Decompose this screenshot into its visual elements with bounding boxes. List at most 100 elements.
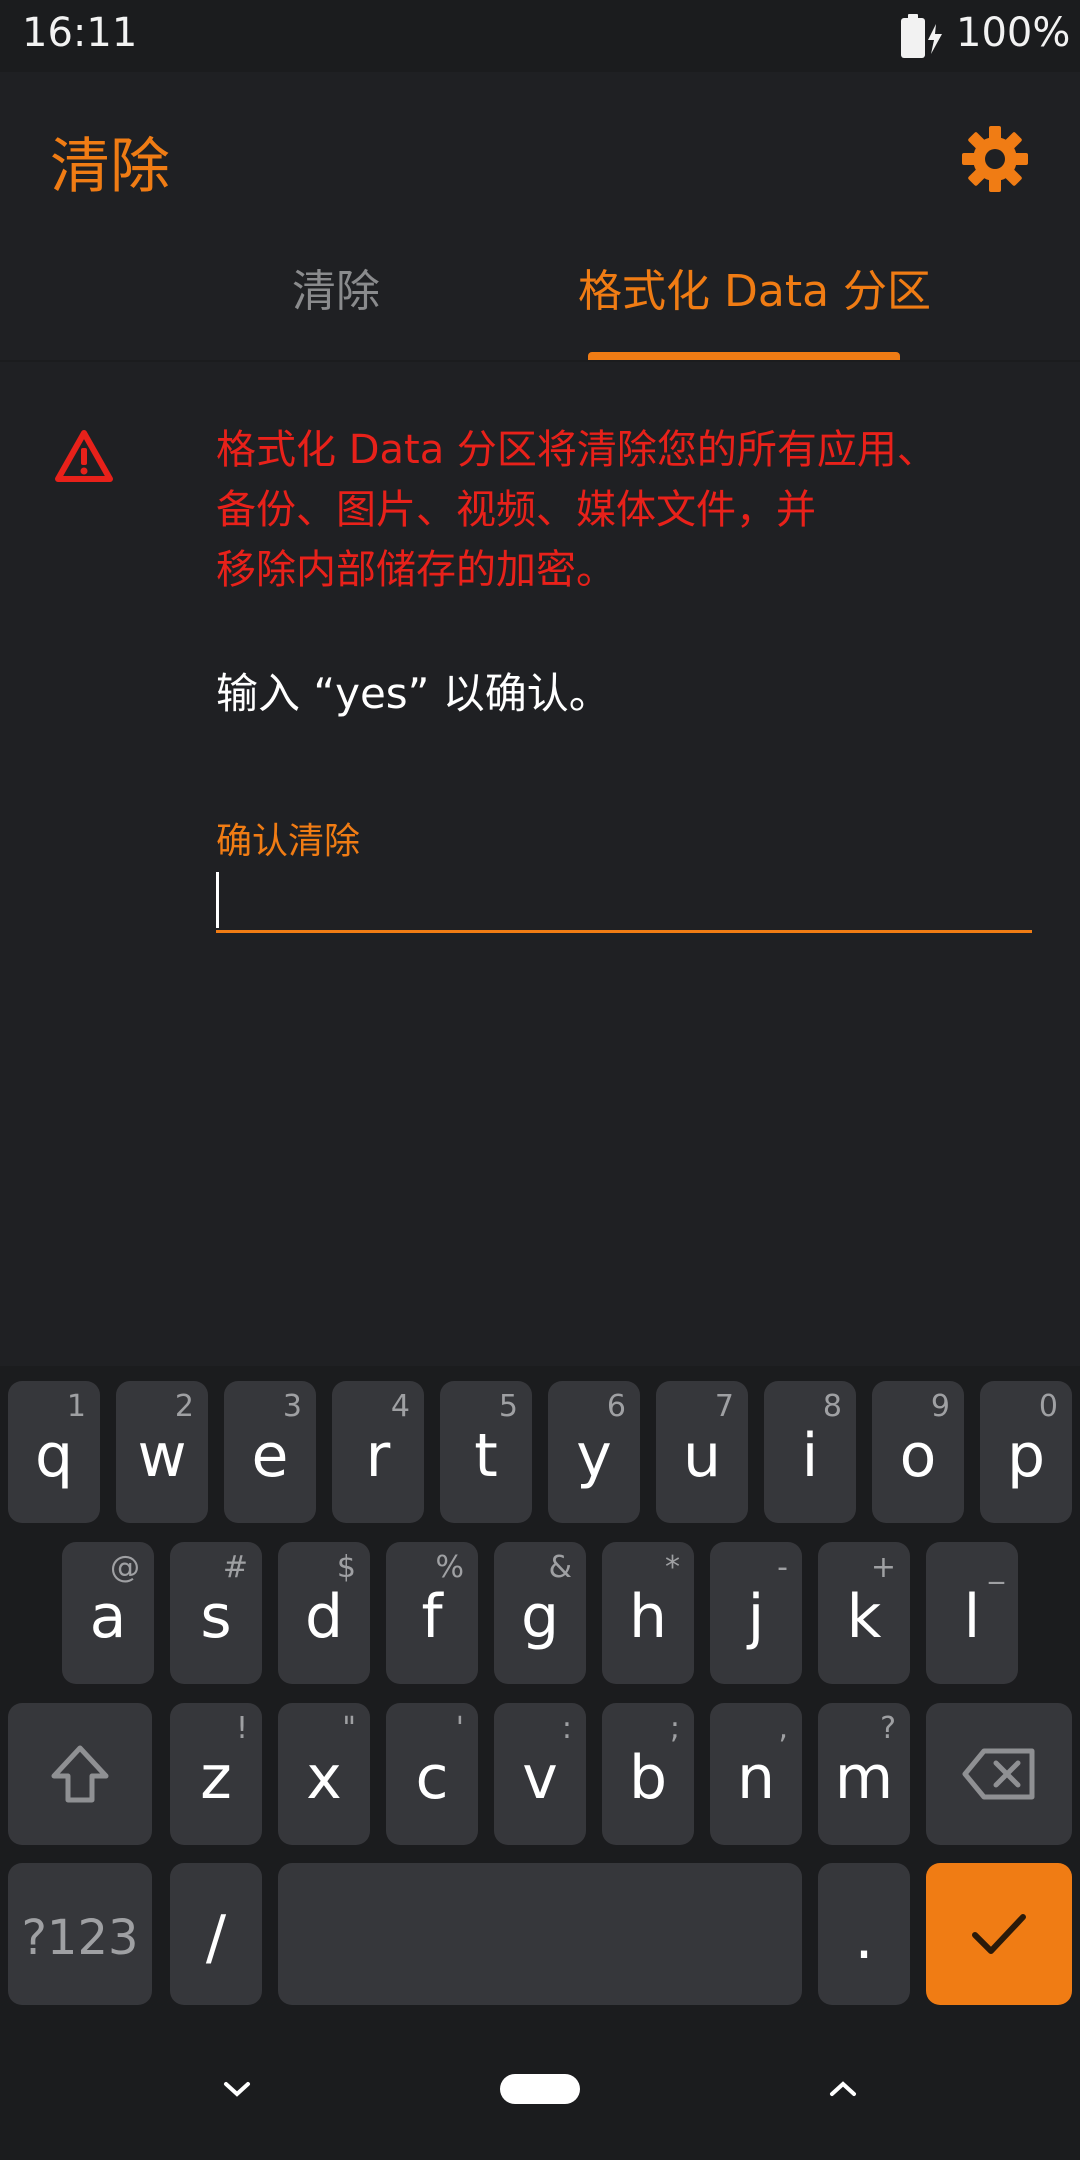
key-label: t <box>474 1421 498 1491</box>
tab-format-data[interactable]: 格式化 Data 分区 <box>578 255 931 319</box>
key-hint: ? <box>880 1711 896 1746</box>
key-hint: # <box>222 1550 248 1585</box>
key-label: y <box>576 1421 612 1491</box>
key-hint: _ <box>989 1550 1004 1585</box>
key-a[interactable]: @ a <box>62 1542 154 1684</box>
space-key[interactable] <box>278 1863 802 2005</box>
key-t[interactable]: 5t <box>440 1381 532 1523</box>
key-q[interactable]: 1q <box>8 1381 100 1523</box>
enter-key[interactable] <box>926 1863 1072 2005</box>
key-label: z <box>200 1743 232 1813</box>
key-label: j <box>747 1582 765 1652</box>
key-label: v <box>522 1743 558 1813</box>
key-o[interactable]: 9o <box>872 1381 964 1523</box>
warning-message: 格式化 Data 分区将清除您的所有应用、 备份、图片、视频、媒体文件，并 移除… <box>216 427 937 593</box>
key-v[interactable]: :v <box>494 1703 586 1845</box>
tab-indicator <box>588 352 900 360</box>
status-time: 16:11 <box>22 10 138 56</box>
key-c[interactable]: ' c <box>386 1703 478 1845</box>
key-hint: 2 <box>174 1389 194 1424</box>
key-hint: ' <box>455 1711 464 1746</box>
backspace-icon <box>962 1748 1035 1800</box>
confirm-instruction: 输入 “yes” 以确认。 <box>216 669 611 718</box>
battery-percent: 100% <box>956 10 1071 56</box>
shift-icon <box>51 1745 109 1803</box>
key-hint: 6 <box>606 1389 626 1424</box>
key-label: d <box>304 1582 344 1652</box>
key-x[interactable]: " x <box>278 1703 370 1845</box>
key-label: l <box>963 1582 981 1652</box>
key-hint: 3 <box>282 1389 302 1424</box>
key-label: i <box>801 1421 819 1491</box>
key-label: u <box>682 1421 722 1491</box>
key-label: n <box>736 1743 776 1813</box>
slash-key[interactable]: / <box>170 1863 262 2005</box>
key-label: e <box>251 1421 289 1491</box>
header-divider <box>0 360 1080 362</box>
key-h[interactable]: * h <box>602 1542 694 1684</box>
key-f[interactable]: % f <box>386 1542 478 1684</box>
period-key-label: . <box>854 1903 874 1973</box>
key-hint: 1 <box>66 1389 86 1424</box>
key-r[interactable]: 4r <box>332 1381 424 1523</box>
backspace-key[interactable] <box>926 1703 1072 1845</box>
key-label: o <box>899 1421 937 1491</box>
warning-triangle-icon <box>55 430 113 482</box>
key-label: r <box>365 1421 391 1491</box>
key-e[interactable]: 3e <box>224 1381 316 1523</box>
period-key[interactable]: . <box>818 1863 910 2005</box>
confirm-field-label: 确认清除 <box>216 821 361 862</box>
key-n[interactable]: ,n <box>710 1703 802 1845</box>
chevron-down-icon[interactable] <box>222 2080 252 2098</box>
key-m[interactable]: ? m <box>818 1703 910 1845</box>
key-d[interactable]: $ d <box>278 1542 370 1684</box>
key-label: c <box>415 1743 449 1813</box>
page-title: 清除 <box>50 132 170 202</box>
symbols-key[interactable]: ?123 <box>8 1863 152 2005</box>
key-p[interactable]: 0p <box>980 1381 1072 1523</box>
key-hint: " <box>342 1711 356 1746</box>
key-z[interactable]: ! z <box>170 1703 262 1845</box>
key-label: w <box>137 1421 187 1491</box>
key-l[interactable]: _ l <box>926 1542 1018 1684</box>
key-y[interactable]: 6y <box>548 1381 640 1523</box>
home-pill[interactable] <box>500 2074 580 2104</box>
gear-icon[interactable] <box>960 124 1030 194</box>
key-i[interactable]: 8i <box>764 1381 856 1523</box>
key-hint: 7 <box>714 1389 734 1424</box>
key-hint: 8 <box>822 1389 842 1424</box>
key-hint: % <box>435 1550 464 1585</box>
battery-charging-icon <box>901 14 942 58</box>
chevron-up-icon[interactable] <box>828 2080 858 2098</box>
key-hint: 4 <box>390 1389 410 1424</box>
key-label: b <box>628 1743 668 1813</box>
shift-key[interactable] <box>8 1703 152 1845</box>
key-label: g <box>520 1582 560 1652</box>
checkmark-icon <box>972 1914 1026 1954</box>
key-hint: , <box>778 1711 788 1746</box>
key-hint: @ <box>110 1550 140 1585</box>
key-j[interactable]: -j <box>710 1542 802 1684</box>
key-hint: & <box>548 1550 572 1585</box>
confirm-wipe-input[interactable] <box>216 868 1032 933</box>
key-label: f <box>421 1582 443 1652</box>
key-s[interactable]: # s <box>170 1542 262 1684</box>
slash-key-label: / <box>205 1903 227 1973</box>
key-hint: $ <box>336 1550 356 1585</box>
key-hint: : <box>561 1711 572 1746</box>
key-label: h <box>628 1582 668 1652</box>
symbols-key-label: ?123 <box>21 1910 139 1966</box>
key-hint: ; <box>669 1711 680 1746</box>
key-hint: 9 <box>930 1389 950 1424</box>
key-w[interactable]: 2w <box>116 1381 208 1523</box>
key-hint: 0 <box>1038 1389 1058 1424</box>
key-label: s <box>200 1582 232 1652</box>
key-hint: 5 <box>498 1389 518 1424</box>
tab-wipe[interactable]: 清除 <box>292 255 380 319</box>
key-b[interactable]: ; b <box>602 1703 694 1845</box>
key-g[interactable]: & g <box>494 1542 586 1684</box>
key-label: x <box>306 1743 342 1813</box>
key-hint: + <box>870 1550 896 1585</box>
key-u[interactable]: 7u <box>656 1381 748 1523</box>
key-k[interactable]: + k <box>818 1542 910 1684</box>
